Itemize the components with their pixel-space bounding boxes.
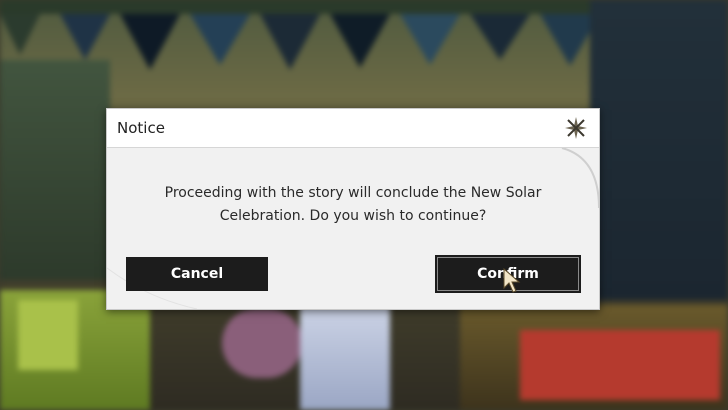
confirm-button[interactable]: Confirm [437, 257, 579, 291]
dialog-message: Proceeding with the story will conclude … [164, 185, 542, 224]
cancel-button[interactable]: Cancel [126, 257, 268, 291]
tent-left [0, 60, 110, 280]
close-button[interactable] [563, 115, 589, 141]
character-hair [222, 308, 302, 378]
notice-dialog: Notice Proceeding with the story will co… [106, 108, 600, 310]
character-robe [300, 300, 390, 410]
red-flags [520, 330, 720, 400]
dialog-title: Notice [117, 119, 165, 137]
dialog-header: Notice [107, 109, 599, 148]
tent-right [590, 0, 728, 300]
crate-block [18, 300, 78, 370]
close-star-icon [565, 117, 587, 139]
